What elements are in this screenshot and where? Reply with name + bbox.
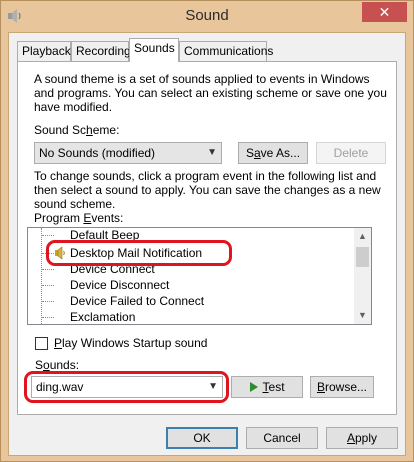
dialog-client-area: Playback Recording Sounds Communications… [8,32,406,456]
intro-line-2: and programs. You can select an existing… [34,86,387,100]
instructions-line-1: To change sounds, click a program event … [34,169,377,183]
delete-button[interactable]: Delete [316,142,386,164]
scroll-down-icon[interactable]: ▼ [354,307,371,324]
program-events-label: Program Events: [34,211,124,225]
chevron-down-icon: ▼ [207,147,217,158]
highlight-sound-file [24,371,229,403]
play-icon [249,379,259,399]
tab-sounds[interactable]: Sounds [129,38,179,62]
startup-sound-label[interactable]: Play Windows Startup sound [54,336,207,350]
tree-connector [41,228,42,324]
sound-dialog: Sound ✕ Playback Recording Sounds Commun… [0,0,414,462]
close-button[interactable]: ✕ [362,2,407,22]
sound-scheme-value: No Sounds (modified) [39,146,156,160]
tab-label: Sounds [134,41,175,55]
tab-recording[interactable]: Recording [71,41,131,61]
scroll-up-icon[interactable]: ▲ [354,228,371,245]
window-title: Sound [185,7,229,24]
close-icon: ✕ [378,4,391,20]
browse-button[interactable]: Browse... [310,376,374,398]
ok-button[interactable]: OK [166,427,238,449]
sound-scheme-dropdown[interactable]: No Sounds (modified) ▼ [34,142,222,164]
test-button[interactable]: Test [231,376,303,398]
intro-line-3: have modified. [34,100,113,114]
save-as-button[interactable]: Save As... [238,142,308,164]
tab-communications[interactable]: Communications [179,41,273,61]
tab-label: Recording [76,44,131,58]
intro-line-1: A sound theme is a set of sounds applied… [34,72,370,86]
tab-label: Communications [184,44,274,58]
sounds-label: Sounds: [35,358,80,372]
scroll-thumb[interactable] [356,247,369,267]
apply-button[interactable]: Apply [326,427,398,449]
title-bar[interactable]: Sound ✕ [1,1,413,32]
sound-scheme-label: Sound Scheme: [34,123,120,137]
highlight-selected-event [46,240,232,266]
tab-playback[interactable]: Playback [17,41,71,61]
tab-label: Playback [22,44,71,58]
cancel-button[interactable]: Cancel [246,427,318,449]
startup-sound-checkbox[interactable] [35,337,48,350]
instructions-line-2: then select a sound to apply. You can sa… [34,183,381,197]
list-scrollbar[interactable]: ▲ ▼ [354,228,371,324]
instructions-line-3: sound scheme. [34,197,116,211]
